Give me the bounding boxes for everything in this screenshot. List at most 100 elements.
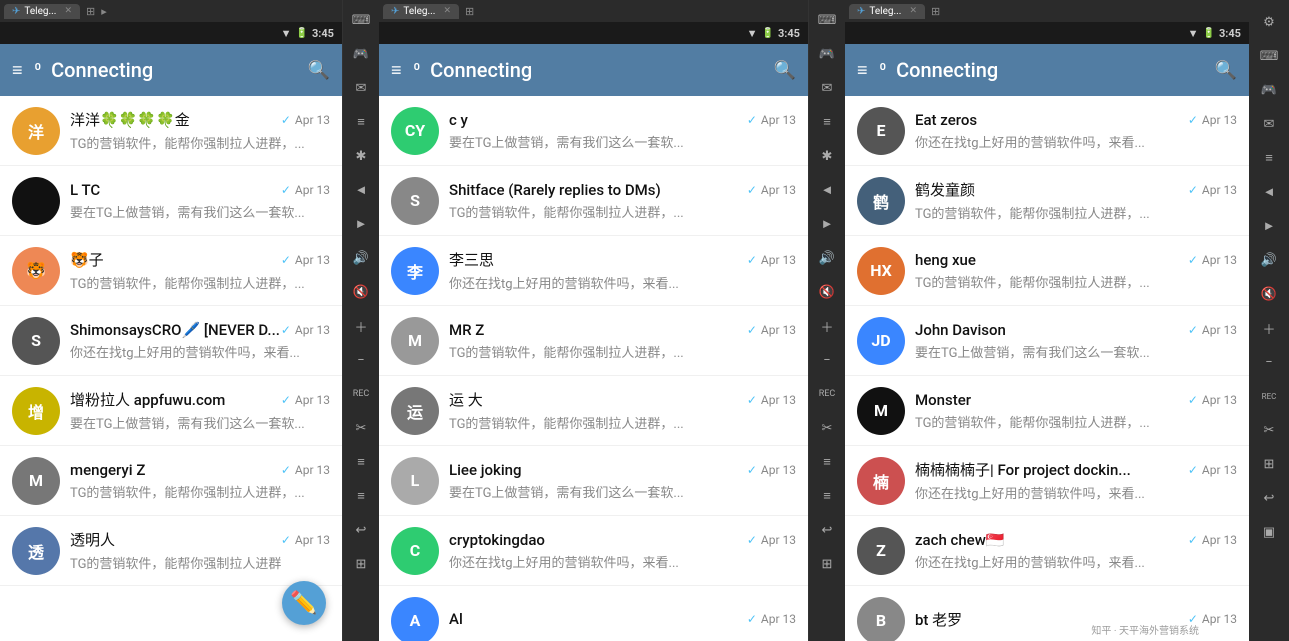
ctrl-mail[interactable]: ✉ (347, 74, 375, 102)
ctrl-scissors-far[interactable]: ✂ (1255, 416, 1283, 444)
search-icon-left[interactable]: 🔍 (308, 60, 330, 81)
ctrl-grid-r[interactable]: ⊞ (813, 550, 841, 578)
menu-icon-mid[interactable]: ≡ (391, 60, 402, 81)
ctrl-minus-far[interactable]: − (1255, 348, 1283, 376)
ctrl-menu3[interactable]: ≡ (347, 482, 375, 510)
ctrl-back[interactable]: ↩ (347, 516, 375, 544)
ctrl-menu1[interactable]: ≡ (347, 108, 375, 136)
ctrl-minus-r[interactable]: − (813, 346, 841, 374)
ctrl-settings[interactable]: ⚙ (1255, 8, 1283, 36)
chat-item[interactable]: 洋洋洋🍀🍀🍀🍀金✓Apr 13TG的营销软件，能帮你强制拉人进群，... (0, 96, 342, 166)
ctrl-keyboard-far[interactable]: ⌨ (1255, 42, 1283, 70)
chat-item[interactable]: LLiee joking✓Apr 13要在TG上做营销，需有我们这么一套软... (379, 446, 808, 516)
tab-more-mid[interactable]: ⊞ (465, 5, 474, 18)
chat-item[interactable]: 透透明人✓Apr 13TG的营销软件，能帮你强制拉人进群 (0, 516, 342, 586)
ctrl-menu1-r[interactable]: ≡ (813, 108, 841, 136)
chat-item[interactable]: 楠楠楠楠楠子| For project dockin...✓Apr 13你还在找… (845, 446, 1249, 516)
ctrl-mail-r[interactable]: ✉ (813, 74, 841, 102)
notification-dot-right: ⁰ (880, 60, 887, 81)
check-icon: ✓ (1188, 612, 1198, 626)
ctrl-mail-far[interactable]: ✉ (1255, 110, 1283, 138)
chat-item[interactable]: JDJohn Davison✓Apr 13要在TG上做营销，需有我们这么一套软.… (845, 306, 1249, 376)
ctrl-scissors-r[interactable]: ✂ (813, 414, 841, 442)
chat-item[interactable]: EEat zeros✓Apr 13你还在找tg上好用的营销软件吗，来看... (845, 96, 1249, 166)
tab-close-right[interactable]: ✕ (909, 6, 917, 16)
ctrl-vol-down[interactable]: 🔇 (347, 278, 375, 306)
ctrl-rec[interactable]: REC (347, 380, 375, 408)
tg-title-left: Connecting (51, 58, 297, 82)
chat-meta: ✓Apr 13 (281, 463, 330, 477)
ctrl-grid2-far[interactable]: ▣ (1255, 518, 1283, 546)
ctrl-back-far[interactable]: ↩ (1255, 484, 1283, 512)
ctrl-keyboard-r[interactable]: ⌨ (813, 6, 841, 34)
chat-item[interactable]: 🐯🐯子✓Apr 13TG的营销软件，能帮你强制拉人进群，... (0, 236, 342, 306)
ctrl-rec-far[interactable]: REC (1255, 382, 1283, 410)
chat-list-mid[interactable]: CYc y✓Apr 13要在TG上做营销，需有我们这么一套软...SShitfa… (379, 96, 808, 641)
chat-item[interactable]: L TC✓Apr 13要在TG上做营销，需有我们这么一套软... (0, 166, 342, 236)
ctrl-menu-far[interactable]: ≡ (1255, 144, 1283, 172)
ctrl-next[interactable]: ► (347, 210, 375, 238)
ctrl-prev-far[interactable]: ◄ (1255, 178, 1283, 206)
chat-item[interactable]: 李李三思✓Apr 13你还在找tg上好用的营销软件吗，来看... (379, 236, 808, 306)
ctrl-grid[interactable]: ⊞ (347, 550, 375, 578)
ctrl-vol-down-r[interactable]: 🔇 (813, 278, 841, 306)
chat-item[interactable]: Zzach chew🇸🇬✓Apr 13你还在找tg上好用的营销软件吗，来看... (845, 516, 1249, 586)
icon-bar-mid: ⌨ 🎮 ✉ ≡ ✱ ◄ ► 🔊 🔇 ＋ − REC ✂ ≡ ≡ ↩ ⊞ (343, 0, 379, 641)
ctrl-vol-dn-far[interactable]: 🔇 (1255, 280, 1283, 308)
tab-telegram-mid[interactable]: ✈ Teleg... ✕ (383, 4, 459, 19)
tab-overflow-left[interactable]: ▸ (101, 5, 107, 18)
ctrl-prev[interactable]: ◄ (347, 176, 375, 204)
ctrl-gamepad[interactable]: 🎮 (347, 40, 375, 68)
chat-item[interactable]: AAl✓Apr 13 (379, 586, 808, 641)
chat-item[interactable]: Mmengeryi Z✓Apr 13TG的营销软件，能帮你强制拉人进群，... (0, 446, 342, 516)
search-icon-mid[interactable]: 🔍 (774, 60, 796, 81)
ctrl-menu2[interactable]: ≡ (347, 448, 375, 476)
chat-list-left[interactable]: 洋洋洋🍀🍀🍀🍀金✓Apr 13TG的营销软件，能帮你强制拉人进群，...L TC… (0, 96, 342, 641)
search-icon-right[interactable]: 🔍 (1215, 60, 1237, 81)
ctrl-gamepad-far[interactable]: 🎮 (1255, 76, 1283, 104)
ctrl-plus-far[interactable]: ＋ (1255, 314, 1283, 342)
chat-item[interactable]: MMR Z✓Apr 13TG的营销软件，能帮你强制拉人进群，... (379, 306, 808, 376)
chat-list-right[interactable]: EEat zeros✓Apr 13你还在找tg上好用的营销软件吗，来看...鹤鹤… (845, 96, 1249, 641)
tab-close-mid[interactable]: ✕ (443, 6, 451, 16)
chat-item[interactable]: Ccryptokingdao✓Apr 13你还在找tg上好用的营销软件吗，来看.… (379, 516, 808, 586)
ctrl-menu3-r[interactable]: ≡ (813, 482, 841, 510)
chat-item[interactable]: MMonster✓Apr 13TG的营销软件，能帮你强制拉人进群，... (845, 376, 1249, 446)
ctrl-plus[interactable]: ＋ (347, 312, 375, 340)
ctrl-star-r[interactable]: ✱ (813, 142, 841, 170)
fab-left[interactable]: ✏️ (282, 581, 326, 625)
menu-icon-right[interactable]: ≡ (857, 60, 868, 81)
ctrl-vol-up-r[interactable]: 🔊 (813, 244, 841, 272)
battery-icon-left: 🔋 (296, 28, 308, 39)
tab-close-left[interactable]: ✕ (64, 6, 72, 16)
tab-telegram-left[interactable]: ✈ Teleg... ✕ (4, 4, 80, 19)
chat-item[interactable]: 增增粉拉人 appfuwu.com✓Apr 13要在TG上做营销，需有我们这么一… (0, 376, 342, 446)
ctrl-keyboard[interactable]: ⌨ (347, 6, 375, 34)
menu-icon-left[interactable]: ≡ (12, 60, 23, 81)
chat-item[interactable]: HXheng xue✓Apr 13TG的营销软件，能帮你强制拉人进群，... (845, 236, 1249, 306)
chat-item[interactable]: 鹤鹤发童颜✓Apr 13TG的营销软件，能帮你强制拉人进群，... (845, 166, 1249, 236)
ctrl-vol-up[interactable]: 🔊 (347, 244, 375, 272)
ctrl-prev-r[interactable]: ◄ (813, 176, 841, 204)
ctrl-vol-up-far[interactable]: 🔊 (1255, 246, 1283, 274)
chat-item[interactable]: 运运 大✓Apr 13TG的营销软件，能帮你强制拉人进群，... (379, 376, 808, 446)
ctrl-rec-r[interactable]: REC (813, 380, 841, 408)
ctrl-back-r[interactable]: ↩ (813, 516, 841, 544)
battery-icon-right: 🔋 (1203, 28, 1215, 39)
ctrl-star[interactable]: ✱ (347, 142, 375, 170)
tab-more-left[interactable]: ⊞ (86, 5, 95, 18)
chat-item[interactable]: Bbt 老罗✓Apr 13 (845, 586, 1249, 641)
tab-telegram-right[interactable]: ✈ Teleg... ✕ (849, 4, 925, 19)
ctrl-grid-far[interactable]: ⊞ (1255, 450, 1283, 478)
chat-item[interactable]: SShitface (Rarely replies to DMs)✓Apr 13… (379, 166, 808, 236)
ctrl-next-far[interactable]: ► (1255, 212, 1283, 240)
ctrl-scissors[interactable]: ✂ (347, 414, 375, 442)
chat-item[interactable]: SShimonsaysCRO🖊️ [NEVER D...✓Apr 13你还在找t… (0, 306, 342, 376)
ctrl-menu2-r[interactable]: ≡ (813, 448, 841, 476)
ctrl-minus[interactable]: − (347, 346, 375, 374)
ctrl-gamepad-r[interactable]: 🎮 (813, 40, 841, 68)
tab-more-right[interactable]: ⊞ (931, 5, 940, 18)
chat-item[interactable]: CYc y✓Apr 13要在TG上做营销，需有我们这么一套软... (379, 96, 808, 166)
ctrl-next-r[interactable]: ► (813, 210, 841, 238)
ctrl-plus-r[interactable]: ＋ (813, 312, 841, 340)
